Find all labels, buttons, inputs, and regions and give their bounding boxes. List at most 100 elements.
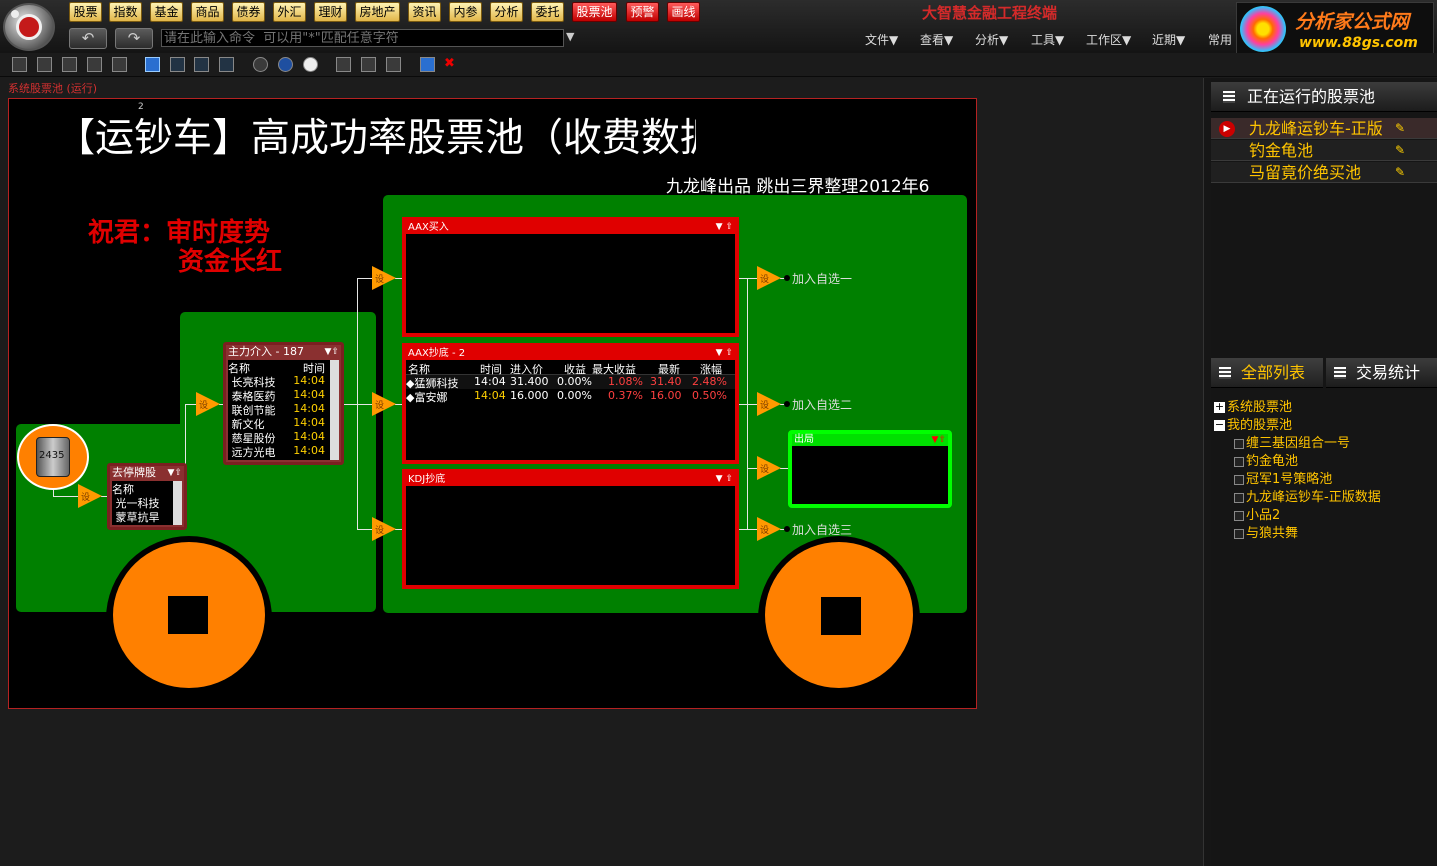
- layout-3-icon[interactable]: [194, 57, 209, 72]
- checkbox[interactable]: [1234, 528, 1244, 539]
- nav-button-finance[interactable]: 理财: [314, 2, 347, 22]
- edit-icon[interactable]: ✎: [1395, 121, 1409, 135]
- expand-plus-icon[interactable]: +: [1214, 401, 1225, 413]
- table-row[interactable]: ◆猛狮科技 14:04 31.400 0.00% 1.08% 31.40 2.4…: [406, 375, 735, 390]
- nav-button-realestate[interactable]: 房地产: [355, 2, 400, 22]
- running-pool-item[interactable]: ▶ 九龙峰运钞车-正版 ✎: [1211, 118, 1437, 139]
- table-row[interactable]: 泰格医药 14:04: [228, 388, 329, 403]
- table-row[interactable]: 长亮科技 14:04: [228, 374, 329, 389]
- tree-leaf[interactable]: 小品2: [1234, 504, 1280, 523]
- close-icon[interactable]: ✖: [444, 57, 459, 72]
- nav-button-analysis[interactable]: 分析: [490, 2, 523, 22]
- checkbox[interactable]: [1234, 510, 1244, 521]
- panel-menu-icon[interactable]: ▼⇧: [932, 434, 946, 446]
- menu-analysis[interactable]: 分析▼: [975, 31, 1008, 48]
- checkbox[interactable]: [1234, 456, 1244, 467]
- checkbox[interactable]: [1234, 474, 1244, 485]
- open-icon[interactable]: [37, 57, 52, 72]
- tree-leaf[interactable]: 钓金龟池: [1234, 450, 1298, 469]
- tab-all-list[interactable]: 全部列表: [1211, 358, 1323, 388]
- add-watchlist-1-label[interactable]: 加入自选一: [792, 270, 852, 287]
- table-row[interactable]: 联创节能 14:04: [228, 402, 329, 417]
- tree-leaf[interactable]: 九龙峰运钞车-正版数据: [1234, 486, 1388, 505]
- layout-2-icon[interactable]: [170, 57, 185, 72]
- panel-kdj-dip[interactable]: KDJ抄底 ▼ ⇧: [402, 469, 739, 589]
- app-logo-icon[interactable]: [3, 3, 55, 51]
- splitter[interactable]: [1203, 78, 1211, 866]
- layout-1-icon[interactable]: [145, 57, 160, 72]
- forward-arrow-icon[interactable]: ↷: [115, 28, 153, 49]
- running-pool-item[interactable]: 钓金龟池 ✎: [1211, 140, 1437, 161]
- panel-exit[interactable]: 出局 ▼⇧: [788, 430, 952, 508]
- tree-node-system[interactable]: + 系统股票池: [1214, 396, 1292, 415]
- tree-leaf[interactable]: 缠三基因组合一号: [1234, 432, 1350, 451]
- nav-button-draw[interactable]: 画线: [667, 2, 700, 22]
- tree-leaf[interactable]: 冠军1号策略池: [1234, 468, 1332, 487]
- menu-recent[interactable]: 近期▼: [1152, 31, 1185, 48]
- edit-icon[interactable]: ✎: [1395, 165, 1409, 179]
- ad-banner[interactable]: 分析家公式网 www.88gs.com: [1236, 2, 1434, 56]
- nav-button-news[interactable]: 资讯: [408, 2, 441, 22]
- save-icon[interactable]: [62, 57, 77, 72]
- scrollbar[interactable]: [173, 481, 182, 525]
- table-row[interactable]: 光一科技: [112, 495, 172, 510]
- tab-trade-stats[interactable]: 交易统计: [1326, 358, 1437, 388]
- menu-view[interactable]: 查看▼: [920, 31, 953, 48]
- scrollbar[interactable]: [330, 360, 339, 460]
- table-row[interactable]: ◆富安娜 14:04 16.000 0.00% 0.37% 16.00 0.50…: [406, 389, 735, 404]
- panel-main-force[interactable]: 主力介入 - 187 ▼⇧ 名称 时间 长亮科技 14:04 泰格医药 14:04 联创…: [223, 342, 344, 465]
- save-as-icon[interactable]: [87, 57, 102, 72]
- layout-4-icon[interactable]: [219, 57, 234, 72]
- panel-menu-icon[interactable]: ▼⇧: [325, 345, 339, 359]
- settings-arrow-icon[interactable]: 设: [372, 266, 396, 290]
- tree-leaf[interactable]: 与狼共舞: [1234, 522, 1298, 541]
- settings-arrow-icon[interactable]: 设: [757, 266, 781, 290]
- menu-file[interactable]: 文件▼: [865, 31, 898, 48]
- panel-menu-icon[interactable]: ▼ ⇧: [716, 473, 733, 486]
- panel-aax-buy[interactable]: AAX买入 ▼ ⇧: [402, 217, 739, 337]
- settings-arrow-icon[interactable]: 设: [757, 392, 781, 416]
- table-row[interactable]: 慈星股份 14:04: [228, 430, 329, 445]
- table-row[interactable]: 新文化 14:04: [228, 416, 329, 431]
- nav-button-index[interactable]: 指数: [109, 2, 142, 22]
- stop-icon[interactable]: [303, 57, 318, 72]
- zoom-icon[interactable]: [336, 57, 351, 72]
- new-icon[interactable]: [12, 57, 27, 72]
- checkbox[interactable]: [1234, 438, 1244, 449]
- play-icon[interactable]: [253, 57, 268, 72]
- running-pool-item[interactable]: 马留竟价绝买池 ✎: [1211, 162, 1437, 183]
- command-dropdown-icon[interactable]: ▼: [566, 30, 574, 43]
- settings-arrow-icon[interactable]: 设: [757, 456, 781, 480]
- panel-menu-icon[interactable]: ▼ ⇧: [716, 221, 733, 234]
- settings-arrow-icon[interactable]: 设: [196, 392, 220, 416]
- table-row[interactable]: 蒙草抗旱: [112, 509, 172, 524]
- checkbox[interactable]: [1234, 492, 1244, 503]
- nav-button-insider[interactable]: 内参: [449, 2, 482, 22]
- edit-icon[interactable]: ✎: [1395, 143, 1409, 157]
- panel-menu-icon[interactable]: ▼ ⇧: [716, 347, 733, 360]
- back-arrow-icon[interactable]: ↶: [69, 28, 107, 49]
- settings-arrow-icon[interactable]: 设: [372, 517, 396, 541]
- nav-button-commodity[interactable]: 商品: [191, 2, 224, 22]
- panel-aax-dip[interactable]: AAX抄底 - 2 ▼ ⇧ 名称 时间 进入价 收益 最大收益 最新 涨幅 ◆猛狮…: [402, 343, 739, 464]
- menu-common[interactable]: 常用: [1208, 31, 1232, 48]
- copy-icon[interactable]: [112, 57, 127, 72]
- nav-button-order[interactable]: 委托: [531, 2, 564, 22]
- pause-icon[interactable]: [278, 57, 293, 72]
- menu-tools[interactable]: 工具▼: [1031, 31, 1064, 48]
- collapse-minus-icon[interactable]: −: [1214, 419, 1225, 431]
- panel-menu-icon[interactable]: ▼⇧: [168, 466, 182, 480]
- command-input[interactable]: [161, 29, 564, 47]
- tree-node-mine[interactable]: − 我的股票池: [1214, 414, 1292, 433]
- nav-button-stockpool[interactable]: 股票池: [572, 2, 617, 22]
- panel-remove-suspended[interactable]: 去停牌股 ▼⇧ 名称 光一科技 蒙草抗旱: [107, 463, 187, 530]
- nav-button-alert[interactable]: 预警: [626, 2, 659, 22]
- menu-workspace[interactable]: 工作区▼: [1086, 31, 1131, 48]
- expand-icon[interactable]: [420, 57, 435, 72]
- add-watchlist-3-label[interactable]: 加入自选三: [792, 521, 852, 538]
- settings-arrow-icon[interactable]: 设: [372, 392, 396, 416]
- table-row[interactable]: 远方光电 14:04: [228, 444, 329, 459]
- add-watchlist-2-label[interactable]: 加入自选二: [792, 396, 852, 413]
- settings-arrow-icon[interactable]: 设: [757, 517, 781, 541]
- list-icon[interactable]: [386, 57, 401, 72]
